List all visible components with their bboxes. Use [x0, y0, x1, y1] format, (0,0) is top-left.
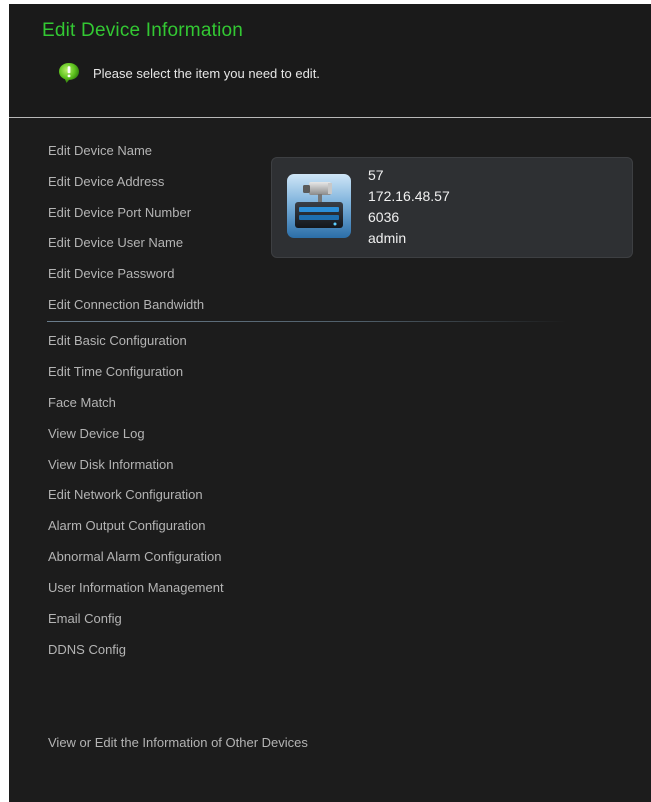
device-port: 6036 — [368, 209, 400, 225]
menu-item-device-name[interactable]: Edit Device Name — [48, 143, 152, 158]
menu-item-alarm-output[interactable]: Alarm Output Configuration — [48, 518, 206, 533]
menu-item-device-log[interactable]: View Device Log — [48, 426, 145, 441]
device-name: 57 — [368, 167, 384, 183]
menu-item-network-config[interactable]: Edit Network Configuration — [48, 487, 203, 502]
menu-item-abnormal-alarm[interactable]: Abnormal Alarm Configuration — [48, 549, 221, 564]
device-user: admin — [368, 230, 407, 246]
edit-device-panel: Edit Device Information Please select th… — [9, 4, 651, 802]
menu-divider — [47, 321, 567, 322]
other-devices-link[interactable]: View or Edit the Information of Other De… — [48, 735, 308, 750]
header-divider — [9, 117, 651, 118]
device-address: 172.16.48.57 — [368, 188, 450, 204]
menu-item-face-match[interactable]: Face Match — [48, 395, 116, 410]
menu-item-disk-info[interactable]: View Disk Information — [48, 457, 173, 472]
hint-text: Please select the item you need to edit. — [93, 66, 320, 81]
header: Edit Device Information Please select th… — [9, 4, 651, 117]
info-bubble-icon — [59, 63, 79, 83]
menu-item-device-password[interactable]: Edit Device Password — [48, 266, 174, 281]
menu-item-connection-bandwidth[interactable]: Edit Connection Bandwidth — [48, 297, 204, 312]
menu-item-time-config[interactable]: Edit Time Configuration — [48, 364, 183, 379]
device-card[interactable]: 57 172.16.48.57 6036 admin — [271, 157, 633, 258]
page-title: Edit Device Information — [42, 20, 244, 41]
menu-item-device-address[interactable]: Edit Device Address — [48, 174, 164, 189]
menu-item-ddns-config[interactable]: DDNS Config — [48, 642, 126, 657]
menu-item-basic-config[interactable]: Edit Basic Configuration — [48, 333, 187, 348]
menu-item-device-user[interactable]: Edit Device User Name — [48, 235, 183, 250]
menu-item-user-management[interactable]: User Information Management — [48, 580, 224, 595]
menu-item-email-config[interactable]: Email Config — [48, 611, 122, 626]
menu-item-device-port[interactable]: Edit Device Port Number — [48, 205, 191, 220]
dvr-camera-icon — [287, 174, 351, 238]
